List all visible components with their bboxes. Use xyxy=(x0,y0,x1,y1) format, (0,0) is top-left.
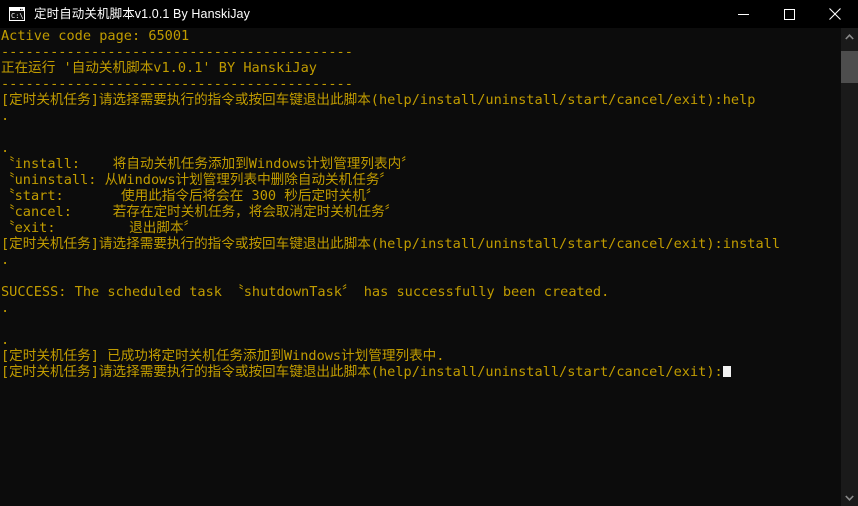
scroll-up-button[interactable] xyxy=(841,28,858,45)
console-line: 〝exit: 退出脚本〞 xyxy=(1,220,198,236)
maximize-icon xyxy=(783,8,795,20)
window-title: 定时自动关机脚本v1.0.1 By HanskiJay xyxy=(34,7,250,21)
console-line: . xyxy=(1,252,10,268)
window-controls xyxy=(720,0,858,28)
console-line: 〝start: 使用此指令后将会在 300 秒后定时关机〞 xyxy=(1,188,380,204)
console-line: [定时关机任务]请选择需要执行的指令或按回车键退出此脚本(help/instal… xyxy=(1,92,756,108)
close-button[interactable] xyxy=(812,0,858,28)
console-line: . xyxy=(1,332,10,348)
text-cursor xyxy=(722,366,731,377)
minimize-icon xyxy=(737,13,749,15)
console-line: ----------------------------------------… xyxy=(1,44,353,60)
console-line: 〝uninstall: 从Windows计划管理列表中删除自动关机任务〞 xyxy=(1,172,394,188)
console-client-area[interactable]: Active code page: 65001 -----------------… xyxy=(0,28,858,506)
scrollbar-thumb[interactable] xyxy=(841,51,858,83)
console-text-buffer[interactable]: Active code page: 65001 -----------------… xyxy=(0,28,841,506)
console-line: [定时关机任务]请选择需要执行的指令或按回车键退出此脚本(help/instal… xyxy=(0,364,841,380)
chevron-up-icon xyxy=(845,33,854,40)
console-line: Active code page: 65001 xyxy=(1,28,190,44)
console-line: 〝install: 将自动关机任务添加到Windows计划管理列表内〞 xyxy=(1,156,415,172)
console-cmd-icon: C:\ xyxy=(9,7,25,21)
console-line: SUCCESS: The scheduled task 〝shutdownTas… xyxy=(1,284,610,300)
console-line: [定时关机任务]请选择需要执行的指令或按回车键退出此脚本(help/instal… xyxy=(1,236,781,252)
console-line: . xyxy=(1,300,10,316)
maximize-button[interactable] xyxy=(766,0,812,28)
minimize-button[interactable] xyxy=(720,0,766,28)
window-titlebar[interactable]: C:\ 定时自动关机脚本v1.0.1 By HanskiJay xyxy=(0,0,858,28)
console-line: . xyxy=(1,108,10,124)
close-icon xyxy=(829,8,841,20)
console-line: 正在运行 '自动关机脚本v1.0.1' BY HanskiJay xyxy=(1,60,317,76)
console-line: 〝cancel: 若存在定时关机任务，将会取消定时关机任务〞 xyxy=(1,204,399,220)
vertical-scrollbar[interactable] xyxy=(841,28,858,506)
svg-text:C:\: C:\ xyxy=(11,12,24,20)
console-line: [定时关机任务] 已成功将定时关机任务添加到Windows计划管理列表中. xyxy=(1,348,445,364)
scroll-down-button[interactable] xyxy=(841,489,858,506)
console-line: . xyxy=(1,140,10,156)
scrollbar-track[interactable] xyxy=(841,45,858,489)
chevron-down-icon xyxy=(845,494,854,501)
console-line: ----------------------------------------… xyxy=(1,76,353,92)
